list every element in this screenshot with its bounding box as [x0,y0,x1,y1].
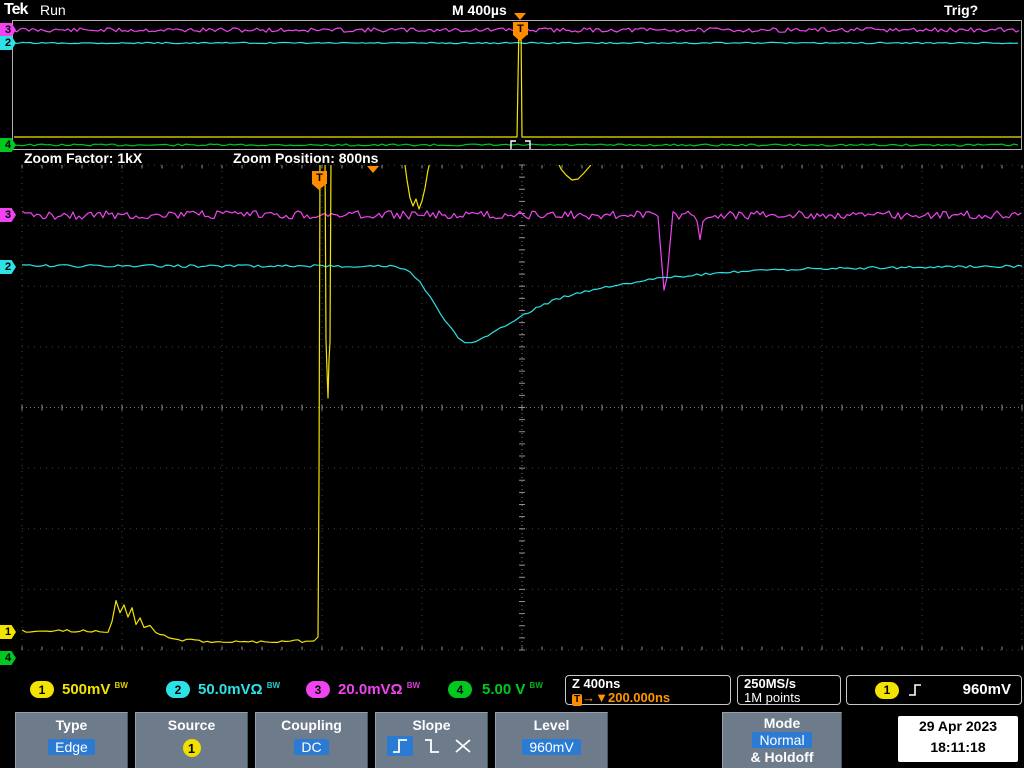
ch1-scale-readout: 500mV BW [62,681,128,698]
zoom-position-label: Zoom Position: 800ns [233,150,379,166]
trigger-source-badge: 1 [875,681,899,699]
trigger-level-readout: 960mV [962,681,1011,698]
trigger-flag-overview[interactable]: T [513,22,528,41]
trace-ch1c-main [404,165,430,210]
ch3-bw-indicator: BW [406,681,421,690]
record-length-readout: 1M points [744,690,801,705]
trigger-slope-icon [909,684,921,696]
ch4-badge: 4 [448,681,472,698]
ch4-bw-indicator: BW [529,681,543,690]
trigger-t-badge: T [572,694,583,706]
timebase-readout: M 400µs [452,2,507,18]
trigger-readout-box: 1 960mV [846,675,1022,705]
ch3-badge: 3 [306,681,330,698]
acquisition-status: Run [40,2,66,18]
zoom-scale-readout: Z 400ns [572,676,621,691]
trace-ch4-overview [13,143,1019,147]
trace-ch1d-main [558,165,592,181]
trace-ch2-main [22,264,1022,344]
trace-ch2-overview [14,41,1019,45]
trigger-point-marker-icon [367,166,379,173]
ch2-scale-readout: 50.0mVΩ BW [198,681,281,698]
zoom-position-marker-icon[interactable] [514,13,526,20]
trigger-flag-main[interactable]: T [312,171,327,190]
oscilloscope-screen: Tek Run M 400µs Trig? 3 2 4 T Zoom Facto… [0,0,1024,768]
ch2-bw-indicator: BW [266,681,281,690]
ch1-bw-indicator: BW [114,681,128,690]
trace-ch1a-main [22,599,315,644]
waveform-display [12,20,1023,658]
sample-rate-readout: 250MS/s [744,676,797,691]
ch4-scale-readout: 5.00 V BW [482,681,543,698]
ch2-badge: 2 [166,681,190,698]
trace-ch4-main [22,656,1022,658]
trigger-position-readout: T →▼200.000ns [572,690,671,706]
ch3-scale-readout: 20.0mVΩ BW [338,681,421,698]
tek-logo: Tek [4,1,28,18]
graticule-ticks [21,164,1023,651]
trace-ch3-main [22,210,1022,291]
acquisition-box: 250MS/s 1M points [737,675,841,705]
ch1-badge: 1 [30,681,54,698]
trigger-status: Trig? [944,2,979,18]
zoom-factor-label: Zoom Factor: 1kX [24,150,143,166]
zoom-timebase-box: Z 400ns T →▼200.000ns [565,675,731,706]
readout-bar: 1 500mV BW 2 50.0mVΩ BW 3 20.0mVΩ BW 4 5… [0,674,1024,708]
